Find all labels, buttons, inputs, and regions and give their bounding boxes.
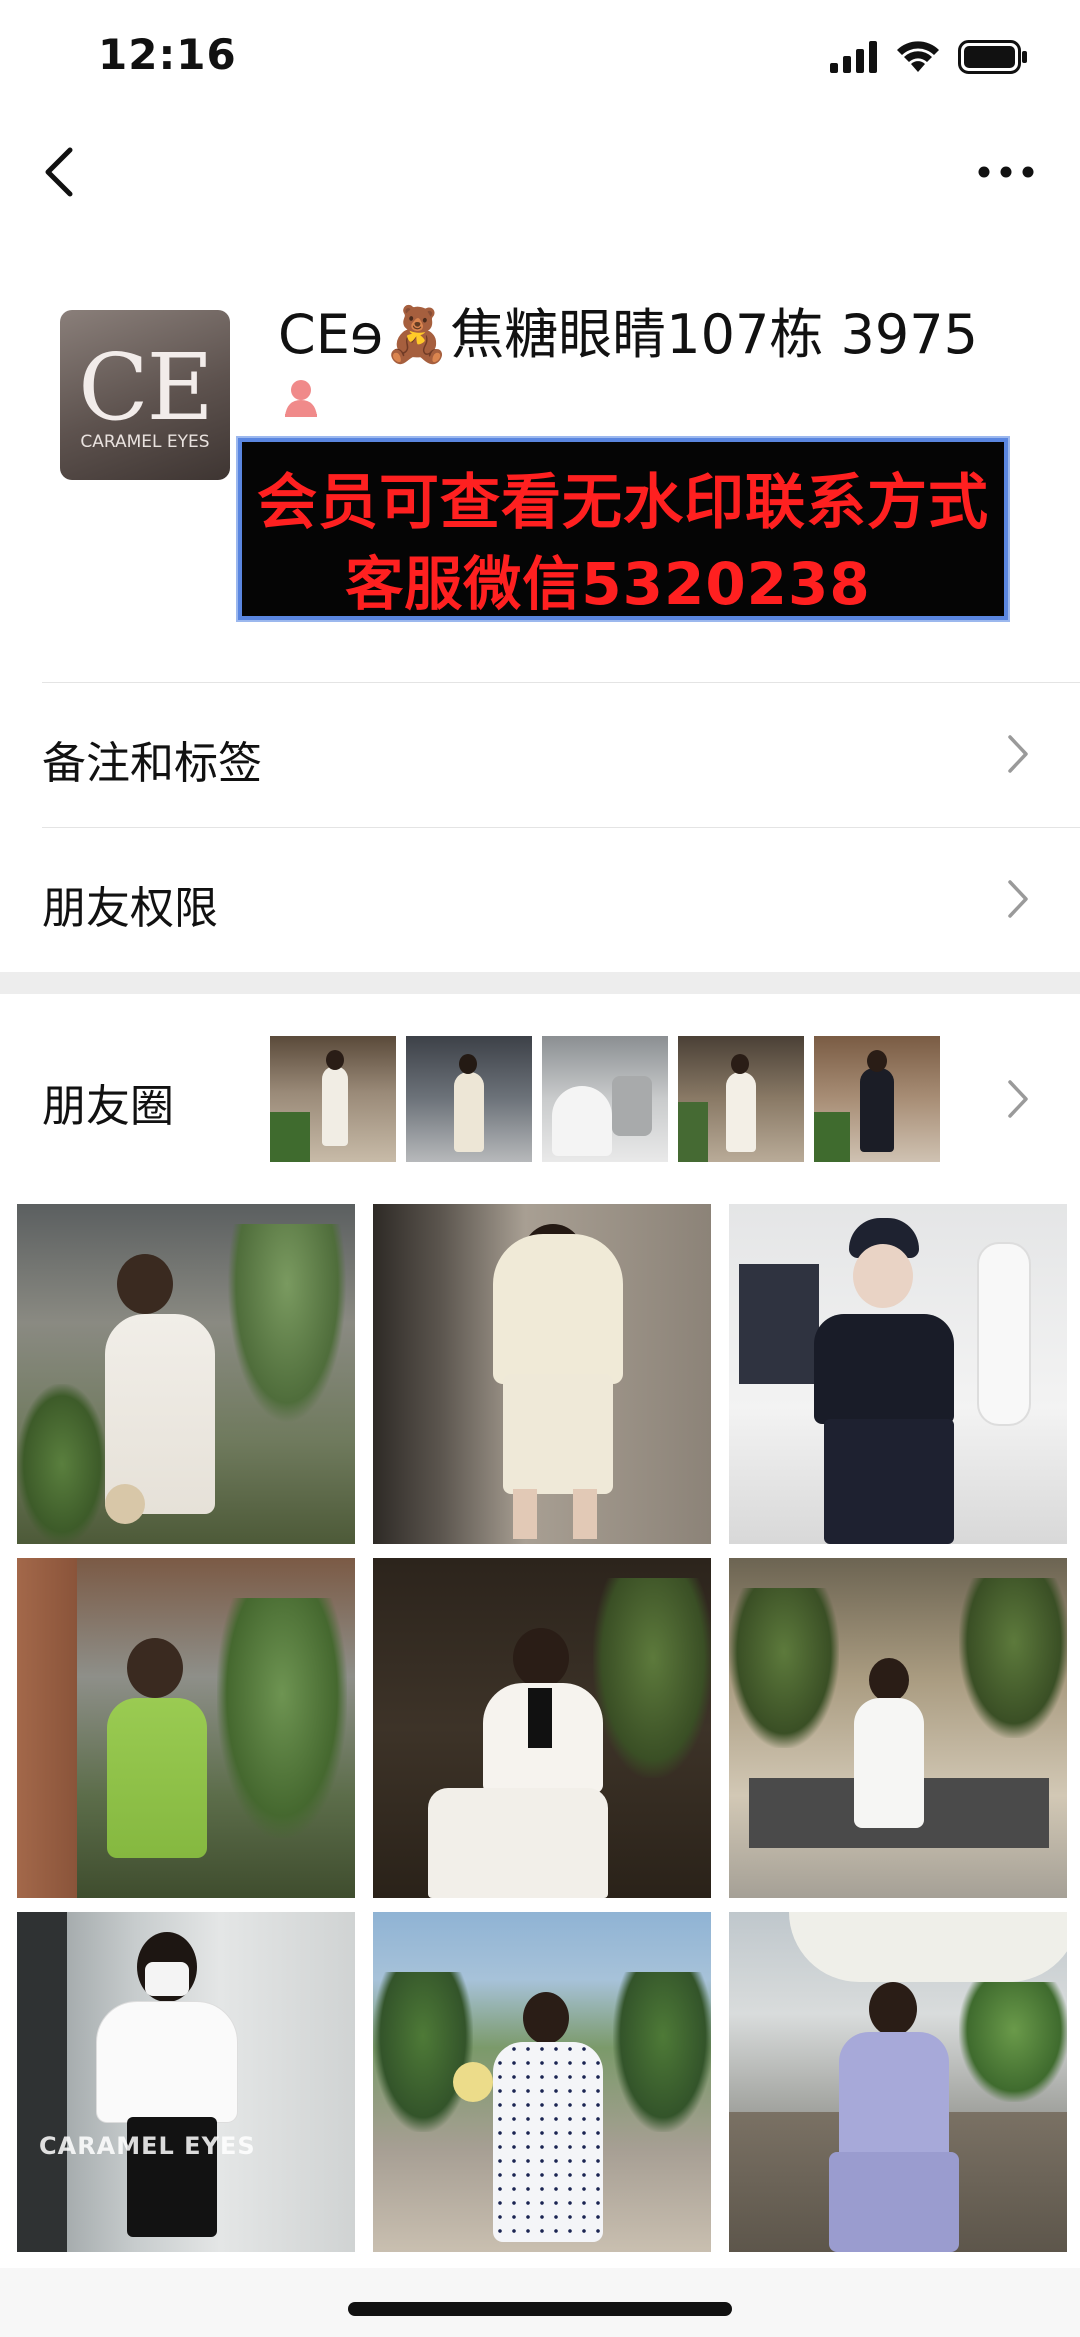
chevron-right-icon — [1008, 880, 1028, 918]
battery-icon — [958, 40, 1027, 74]
more-dots-icon[interactable] — [976, 160, 1036, 184]
moments-thumbnail — [814, 1036, 940, 1162]
moments-photo[interactable] — [373, 1912, 711, 2252]
moments-photo[interactable] — [373, 1204, 711, 1544]
avatar[interactable]: CE CARAMEL EYES — [60, 310, 230, 480]
moments-photo-grid: CARAMEL EYES — [17, 1204, 1067, 2252]
notes-tags-row[interactable]: 备注和标签 — [42, 682, 1080, 827]
moments-photo[interactable] — [17, 1558, 355, 1898]
promo-line-2: 客服微信5320238 — [345, 550, 871, 618]
moments-thumbnail — [542, 1036, 668, 1162]
status-time: 12:16 — [98, 30, 237, 79]
moments-photo[interactable] — [729, 1912, 1067, 2252]
moments-thumbnail — [270, 1036, 396, 1162]
promo-banner: 会员可查看无水印联系方式 客服微信5320238 — [238, 438, 1008, 620]
wifi-icon — [897, 41, 939, 72]
moments-thumbnails — [270, 1036, 940, 1162]
status-icons — [830, 40, 1028, 74]
status-bar: 12:16 — [0, 0, 1080, 120]
profile-name: CEɘ🧸焦糖眼睛107栋 3975 — [278, 303, 978, 366]
signal-icon — [830, 41, 877, 73]
moments-photo[interactable] — [373, 1558, 711, 1898]
moments-thumbnail — [406, 1036, 532, 1162]
back-icon[interactable] — [36, 144, 86, 200]
moments-photo[interactable] — [729, 1204, 1067, 1544]
friend-permissions-row[interactable]: 朋友权限 — [42, 827, 1080, 972]
moments-thumbnail — [678, 1036, 804, 1162]
chevron-right-icon — [1008, 735, 1028, 773]
promo-line-1: 会员可查看无水印联系方式 — [257, 468, 989, 538]
watermark-text: CARAMEL EYES — [39, 2132, 256, 2160]
moments-photo[interactable] — [17, 1204, 355, 1544]
moments-row[interactable]: 朋友圈 — [0, 994, 1080, 1194]
avatar-logo-subtext: CARAMEL EYES — [80, 432, 210, 452]
moments-label: 朋友圈 — [42, 1081, 174, 1132]
moments-photo[interactable] — [729, 1558, 1067, 1898]
notes-tags-label: 备注和标签 — [42, 738, 262, 789]
chevron-right-icon — [1008, 1080, 1028, 1118]
profile-header: CE CARAMEL EYES CEɘ🧸焦糖眼睛107栋 3975 会员可查看无… — [0, 260, 1080, 680]
home-indicator[interactable] — [348, 2302, 732, 2316]
nav-bar — [0, 120, 1080, 220]
avatar-logo-text: CE — [78, 334, 214, 441]
section-divider — [0, 972, 1080, 994]
user-icon — [285, 380, 317, 417]
friend-permissions-label: 朋友权限 — [42, 883, 218, 934]
moments-photo[interactable]: CARAMEL EYES — [17, 1912, 355, 2252]
